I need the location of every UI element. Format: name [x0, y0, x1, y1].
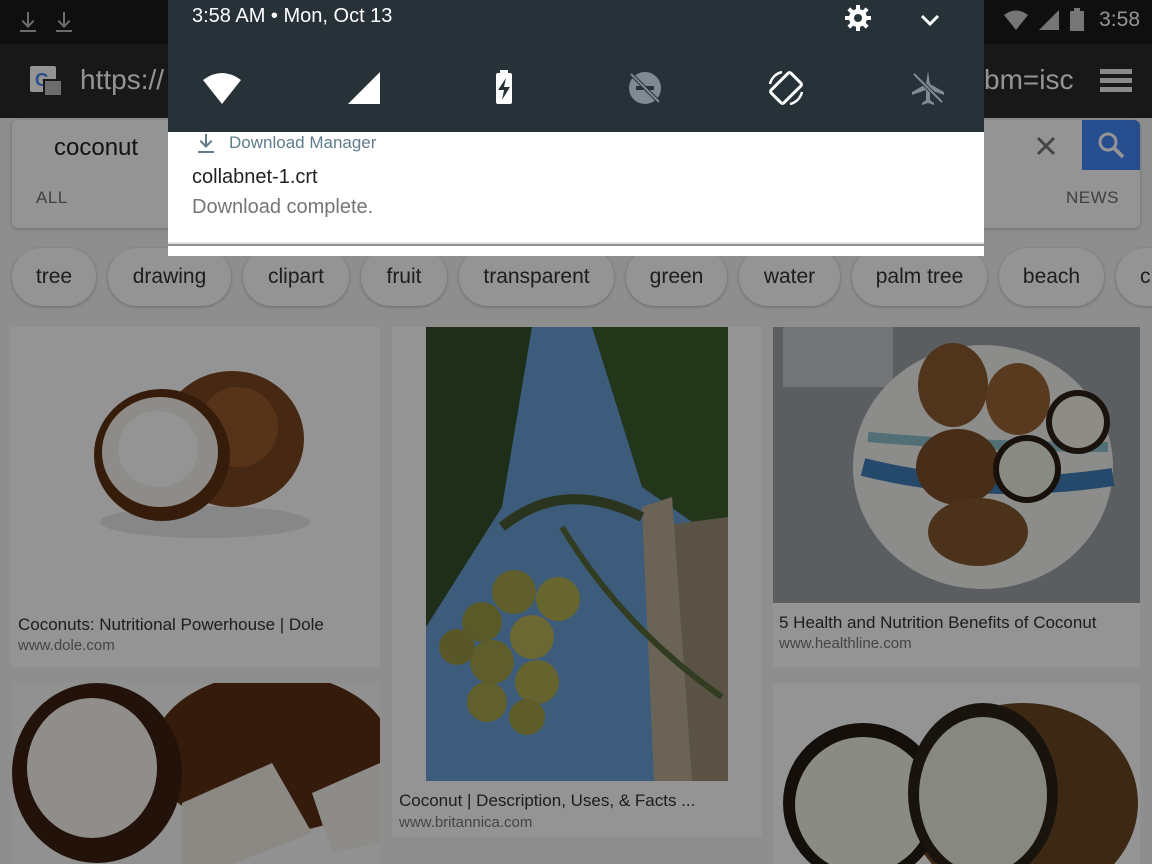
shade-clock: 3:58 AM • Mon, Oct 13 [192, 5, 393, 27]
settings-gear-icon[interactable] [844, 4, 872, 32]
airplane-mode-icon[interactable] [908, 68, 948, 108]
notification-text: Download complete. [192, 196, 374, 218]
notification-divider [168, 246, 984, 256]
do-not-disturb-off-icon[interactable] [625, 68, 665, 108]
notification-shade: 3:58 AM • Mon, Oct 13 Download Manager c… [168, 0, 984, 256]
download-notification[interactable]: Download Manager collabnet-1.crt Downloa… [168, 132, 984, 244]
notification-title: collabnet-1.crt [192, 166, 318, 188]
quick-settings: 3:58 AM • Mon, Oct 13 [168, 0, 984, 132]
cellular-signal-icon[interactable] [344, 68, 384, 108]
notification-app-name: Download Manager [229, 133, 377, 152]
chevron-down-icon[interactable] [918, 8, 942, 32]
auto-rotate-icon[interactable] [766, 68, 806, 108]
battery-icon[interactable] [484, 68, 524, 108]
download-icon [198, 134, 214, 153]
wifi-icon[interactable] [202, 68, 242, 108]
